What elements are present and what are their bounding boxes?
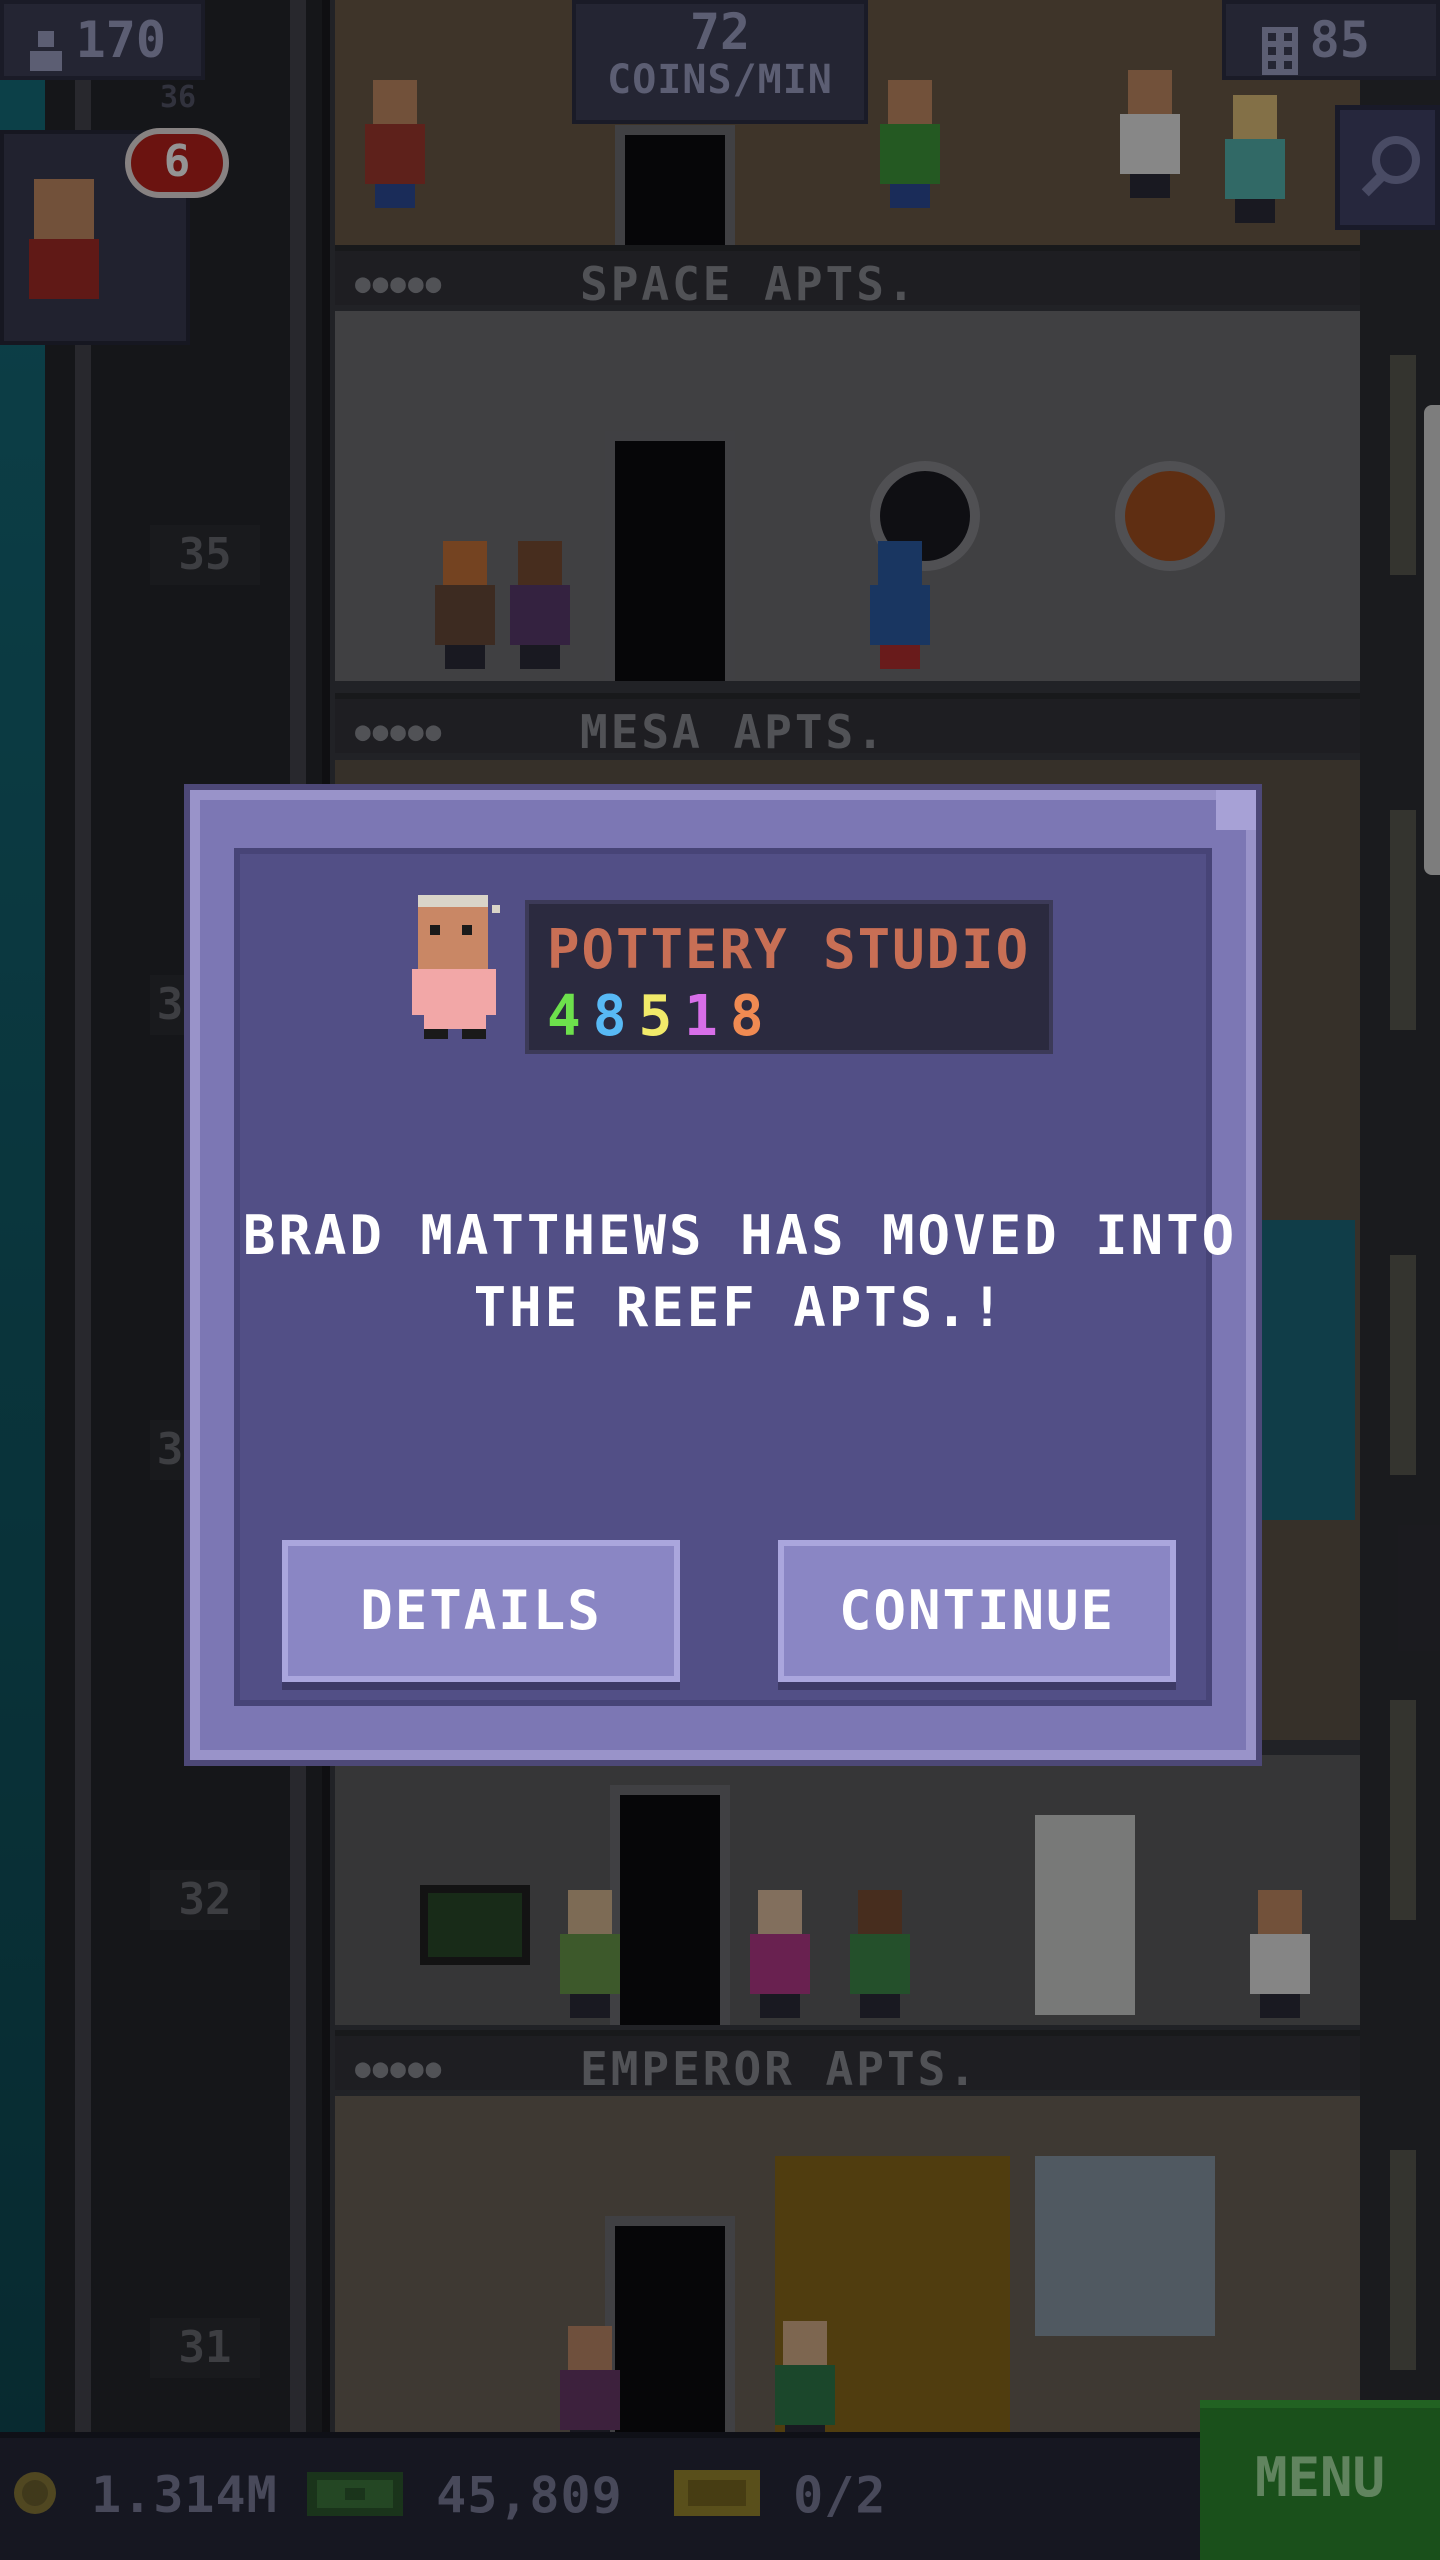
skill-digit: 5: [638, 984, 685, 1049]
details-button[interactable]: DETAILS: [282, 1540, 680, 1682]
skill-digit: 8: [729, 984, 776, 1049]
skill-digit: 4: [547, 984, 593, 1049]
resident-avatar: [410, 895, 500, 1040]
skill-digit: 1: [684, 984, 730, 1049]
skill-ratings: 48518: [547, 984, 776, 1049]
skill-digit: 8: [592, 984, 639, 1049]
business-name: POTTERY STUDIO: [547, 918, 1031, 981]
continue-button[interactable]: CONTINUE: [778, 1540, 1176, 1682]
dialog-corner-accent: [1216, 790, 1256, 830]
dialog-message: BRAD MATTHEWS HAS MOVED INTO THE REEF AP…: [242, 1204, 1238, 1339]
move-in-dialog: POTTERY STUDIO 48518 BRAD MATTHEWS HAS M…: [190, 790, 1256, 1760]
business-info-box: POTTERY STUDIO 48518: [525, 900, 1053, 1054]
